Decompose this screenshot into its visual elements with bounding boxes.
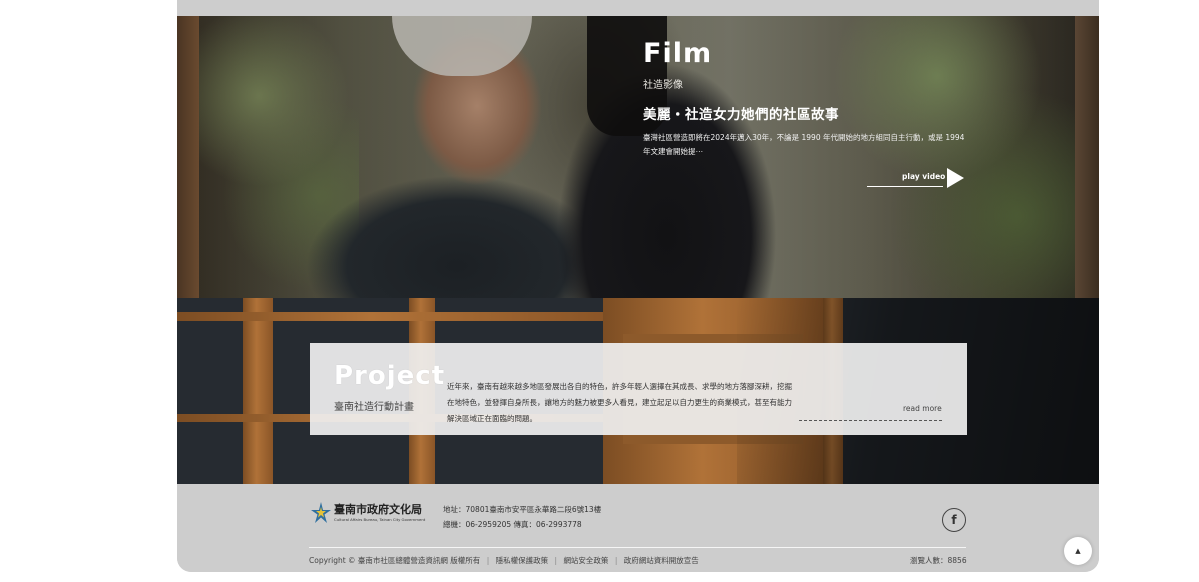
film-subheading: 社造影像 [643, 80, 683, 91]
footer: 臺南市政府文化局 Cultural Affairs Bureau, Tainan… [177, 484, 1099, 572]
film-title-link[interactable]: 美麗・社造女力她們的社區故事 [643, 103, 983, 123]
logo-star-icon [311, 502, 331, 523]
film-window-frame-right [1075, 16, 1099, 298]
film-description: 臺灣社區營造即將在2024年邁入30年，不論是 1990 年代開始的地方組同自主… [643, 133, 965, 156]
film-section: Film 社造影像 美麗・社造女力她們的社區故事 臺灣社區營造即將在2024年邁… [177, 16, 1099, 298]
page-container: Film 社造影像 美麗・社造女力她們的社區故事 臺灣社區營造即將在2024年邁… [177, 0, 1099, 572]
copyright-text: Copyright © 臺南市社區總體營造資訊網 版權所有 [309, 556, 481, 565]
project-subheading: 臺南社造行動計畫 [334, 402, 414, 413]
footer-divider [309, 547, 966, 548]
play-icon [947, 168, 964, 188]
privacy-policy-link[interactable]: 隱私權保護政策 [496, 556, 549, 565]
read-more-link[interactable]: read more [903, 404, 942, 413]
facebook-icon[interactable]: f [942, 508, 966, 532]
culture-bureau-logo[interactable]: 臺南市政府文化局 Cultural Affairs Bureau, Tainan… [309, 501, 434, 525]
footer-separator: | [486, 556, 490, 565]
address-text: 地址：70801臺南市安平區永華路二段6號13樓 [443, 505, 602, 514]
copyright-bar: Copyright © 臺南市社區總體營造資訊網 版權所有 | 隱私權保護政策 … [309, 555, 699, 566]
read-more-underline [799, 420, 942, 421]
project-heading: Project [334, 361, 446, 391]
play-video-label: play video [902, 172, 946, 181]
back-to-top-button[interactable]: ▲ [1064, 537, 1092, 565]
security-policy-link[interactable]: 網站安全政策 [563, 556, 608, 565]
open-data-declaration-link[interactable]: 政府網站資料開放宣告 [624, 556, 699, 565]
footer-separator: | [614, 556, 618, 565]
logo-name: 臺南市政府文化局 [334, 503, 422, 516]
play-video-underline [867, 186, 943, 187]
play-video-button[interactable]: play video [867, 168, 967, 188]
phone-fax-text: 總機：06-2959205 傳真：06-2993778 [443, 520, 582, 529]
wood-post-1 [243, 298, 273, 484]
project-section: Project 臺南社造行動計畫 近年來，臺南有越來越多地區發展出各自的特色，許… [177, 298, 1099, 484]
film-heading: Film [643, 38, 713, 69]
film-content: Film 社造影像 美麗・社造女力她們的社區故事 臺灣社區營造即將在2024年邁… [643, 38, 983, 159]
footer-separator: | [554, 556, 558, 565]
project-card: Project 臺南社造行動計畫 近年來，臺南有越來越多地區發展出各自的特色，許… [310, 343, 967, 435]
arrow-up-icon: ▲ [1075, 547, 1081, 555]
project-description: 近年來，臺南有越來越多地區發展出各自的特色，許多年輕人選擇在其成長、求學的地方落… [447, 382, 792, 423]
film-window-frame-left [177, 16, 199, 298]
wood-rail-1 [177, 312, 607, 321]
visitor-count: 瀏覽人數：8856 [910, 556, 967, 565]
logo-english-name: Cultural Affairs Bureau, Tainan City Gov… [334, 517, 426, 522]
contact-info: 地址：70801臺南市安平區永華路二段6號13樓 總機：06-2959205 傳… [443, 502, 601, 532]
